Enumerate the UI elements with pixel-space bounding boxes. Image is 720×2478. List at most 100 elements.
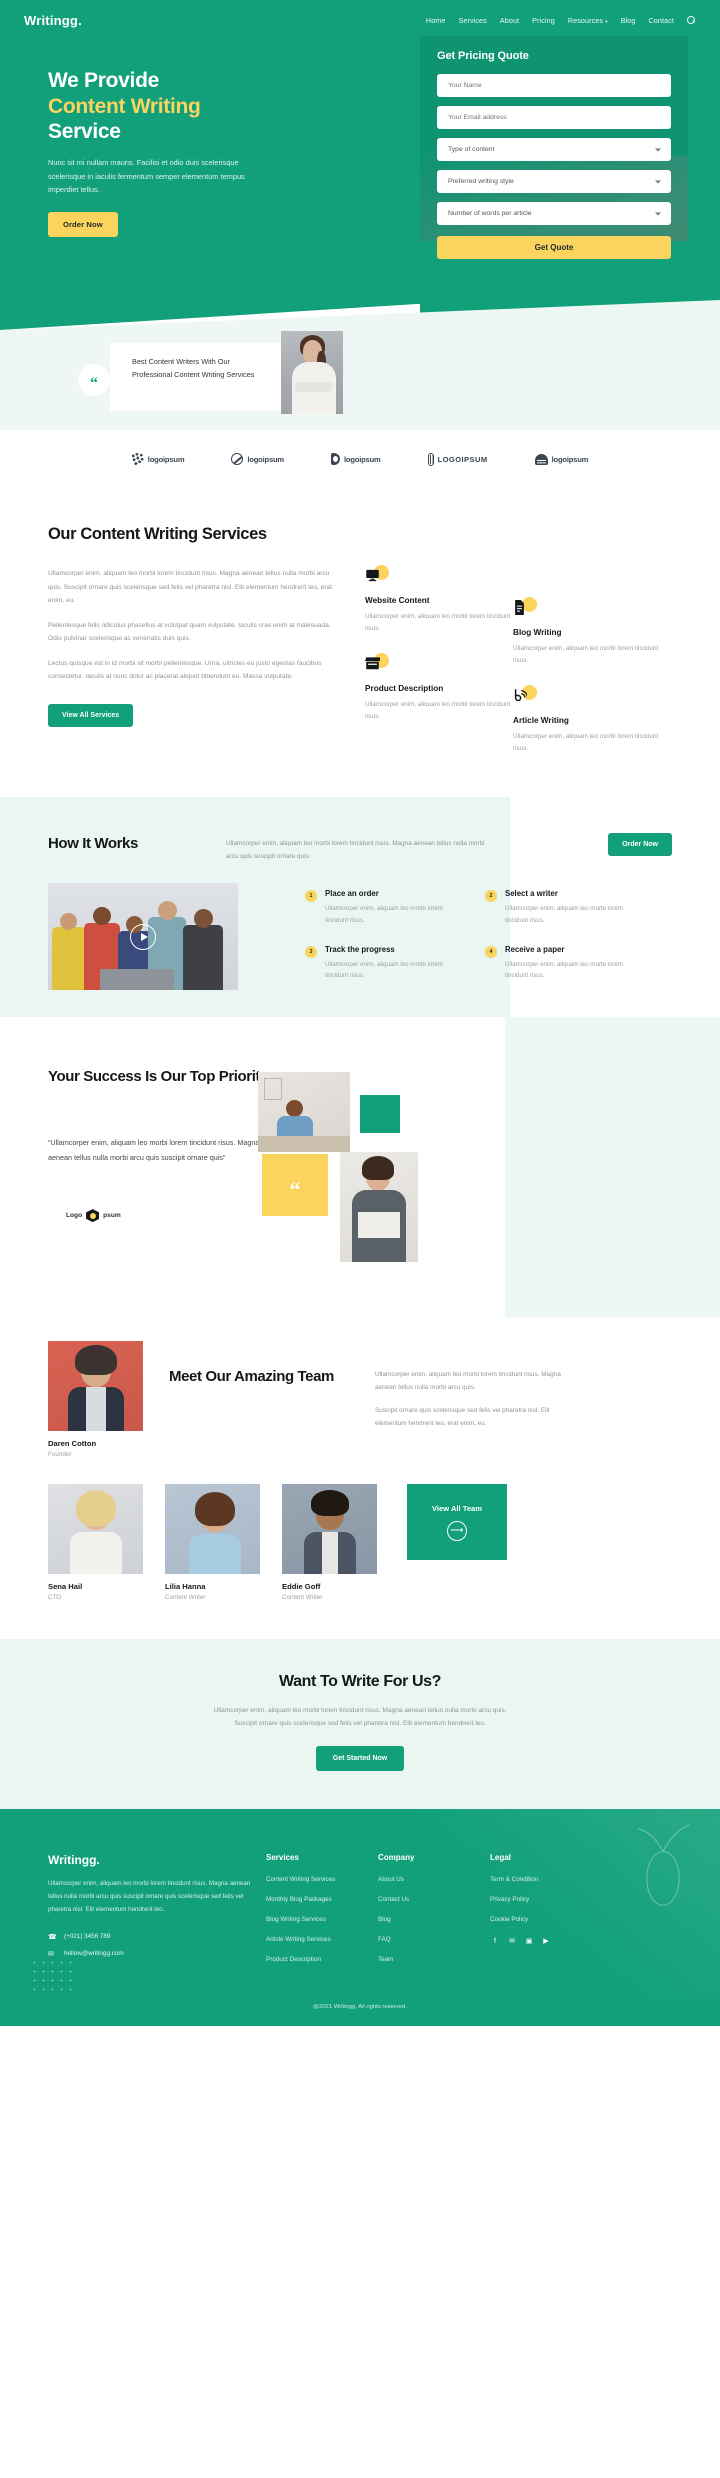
view-all-team-button[interactable]: View All Team ⟶ [407, 1484, 507, 1561]
chevron-down-icon [655, 180, 661, 183]
footer-column-title: Services [266, 1853, 299, 1863]
logo-ipsum-badge: Logo psum [66, 1209, 121, 1222]
youtube-icon[interactable]: ▶ [541, 1936, 551, 1946]
quote-mark-icon: “ [289, 1177, 301, 1203]
footer-link[interactable]: FAQ [378, 1936, 490, 1943]
team-photo [48, 1484, 143, 1575]
nav-item-resources[interactable]: Resources ▾ [568, 16, 608, 25]
quote-writing-style-value: Preferred writing style [448, 178, 514, 185]
person-head [93, 907, 111, 926]
cta-heading: Want To Write For Us? [279, 1673, 441, 1691]
site-header: Writingg. Home Services About Pricing Re… [0, 0, 720, 40]
client-logo-5: logoipsum [534, 453, 588, 465]
site-logo[interactable]: Writingg. [24, 13, 82, 28]
write-for-us-section: Want To Write For Us? Ullamcorper enim, … [0, 1639, 720, 1810]
footer-social-links: f ✉ ▣ ▶ [490, 1936, 600, 1946]
service-card-article-writing[interactable]: Article Writing Ullamcorper enim, aliqua… [513, 685, 665, 756]
facebook-icon[interactable]: f [490, 1936, 500, 1946]
quote-word-count-select[interactable]: Number of words per article [437, 202, 671, 225]
footer-column-title: Legal [490, 1853, 511, 1863]
success-quote: “Ullamcorper enim, aliquam leo morbi lor… [48, 1138, 260, 1163]
footer-link[interactable]: About Us [378, 1876, 490, 1883]
cta-text-line2: Suscipit ornare quis scelerisque sed fel… [234, 1720, 486, 1728]
client-logos-row: logoipsum logoipsum logoipsum LOGOIPSUM … [0, 430, 720, 488]
footer-copyright: @2021 Writingg. All rights reserved. [313, 2004, 407, 2011]
chevron-down-icon: ▾ [605, 18, 608, 25]
service-card-product-description[interactable]: Product Description Ullamcorper enim, al… [365, 653, 517, 724]
footer-brand: Writingg. Ullamcorper enim, aliquam leo … [48, 1853, 266, 1976]
hero-title-line1: We Provide [48, 69, 159, 92]
view-all-team-label: View All Team [431, 1503, 483, 1513]
nav-resources-label: Resources [567, 15, 604, 25]
footer-logo[interactable]: Writingg. [48, 1853, 266, 1867]
quote-content-type-select[interactable]: Type of content [437, 138, 671, 161]
nav-item-services[interactable]: Services [458, 16, 486, 25]
twitter-icon[interactable]: ✉ [507, 1936, 517, 1946]
store-icon [365, 653, 390, 677]
instagram-icon[interactable]: ▣ [524, 1936, 534, 1946]
document-icon [513, 597, 538, 621]
logo-half-icon [330, 453, 340, 465]
nav-item-home[interactable]: Home [426, 16, 446, 25]
success-green-square [360, 1095, 400, 1134]
person-body [70, 1532, 122, 1575]
monitor-icon [365, 565, 390, 589]
how-it-works-section: How It Works Ullamcorper enim, aliquam l… [0, 797, 720, 1018]
service-text: Ullamcorper enim, aliquam leo morbi lore… [365, 613, 511, 633]
how-order-now-button[interactable]: Order Now [608, 833, 672, 857]
footer-phone[interactable]: ☎ (+021) 3456 789 [48, 1932, 266, 1941]
service-title: Website Content [365, 596, 430, 606]
play-icon[interactable] [130, 923, 156, 950]
nav-item-pricing[interactable]: Pricing [532, 16, 555, 25]
team-member-name: Daren Cotton [48, 1439, 97, 1449]
footer-email[interactable]: ✉ hellow@writingg.com [48, 1949, 266, 1958]
service-card-blog-writing[interactable]: Blog Writing Ullamcorper enim, aliquam l… [513, 597, 665, 668]
team-paragraph: Suscipit ornare quis scelerisque sed fel… [375, 1406, 550, 1427]
monitor-icon-glyph [366, 569, 379, 582]
quote-email-input[interactable] [437, 106, 671, 129]
get-quote-button[interactable]: Get Quote [437, 236, 671, 259]
footer-link[interactable]: Monthly Blog Packages [266, 1896, 378, 1903]
footer-link[interactable]: Cookie Policy [490, 1916, 600, 1923]
arrow-right-icon: ⟶ [447, 1520, 467, 1541]
quote-word-count-value: Number of words per article [448, 210, 532, 217]
hero-order-now-button[interactable]: Order Now [48, 211, 118, 237]
nav-item-about[interactable]: About [500, 16, 519, 25]
person-hair [75, 1345, 117, 1376]
client-logo-label: LOGOIPSUM [437, 454, 488, 464]
nav-item-blog[interactable]: Blog [621, 16, 636, 25]
team-photo [282, 1484, 377, 1575]
success-background [505, 1017, 720, 1318]
footer-link[interactable]: Blog [378, 1916, 490, 1923]
footer-link[interactable]: Product Description [266, 1956, 378, 1963]
service-card-website-content[interactable]: Website Content Ullamcorper enim, aliqua… [365, 565, 517, 636]
success-quote-block: “ [262, 1154, 328, 1217]
team-member-role: Content Writer [165, 1594, 206, 1602]
footer-link[interactable]: Blog Writing Services [266, 1916, 378, 1923]
team-top: Daren Cotton Founder Meet Our Amazing Te… [48, 1341, 672, 1458]
person-body [189, 1534, 241, 1575]
rss-icon [513, 685, 538, 709]
document-icon-glyph [515, 600, 524, 616]
quote-writing-style-select[interactable]: Preferred writing style [437, 170, 671, 193]
footer-link[interactable]: Content Writing Services [266, 1876, 378, 1883]
person-dark [183, 925, 223, 991]
person-shirt [86, 1387, 106, 1432]
get-started-now-button[interactable]: Get Started Now [315, 1746, 405, 1772]
team-member-lead: Daren Cotton Founder [48, 1341, 143, 1458]
quote-name-input[interactable] [437, 74, 671, 97]
footer-link[interactable]: Team [378, 1956, 490, 1963]
footer-link[interactable]: Privacy Policy [490, 1896, 600, 1903]
footer-link[interactable]: Contact Us [378, 1896, 490, 1903]
search-icon[interactable] [687, 15, 696, 25]
site-footer: Writingg. Ullamcorper enim, aliquam leo … [0, 1809, 720, 2027]
footer-link[interactable]: Article Writing Services [266, 1936, 378, 1943]
footer-link[interactable]: Term & Condition [490, 1876, 600, 1883]
team-copy: Ullamcorper enim, aliquam leo morbi lore… [375, 1341, 565, 1458]
team-member-role: Content Writer [282, 1594, 323, 1602]
nav-item-contact[interactable]: Contact [649, 16, 674, 25]
rss-icon-glyph [514, 689, 528, 702]
quote-mark-icon: “ [78, 364, 110, 396]
hero-title: We Provide Content Writing Service [48, 68, 308, 145]
view-all-services-button[interactable]: View All Services [48, 703, 134, 727]
